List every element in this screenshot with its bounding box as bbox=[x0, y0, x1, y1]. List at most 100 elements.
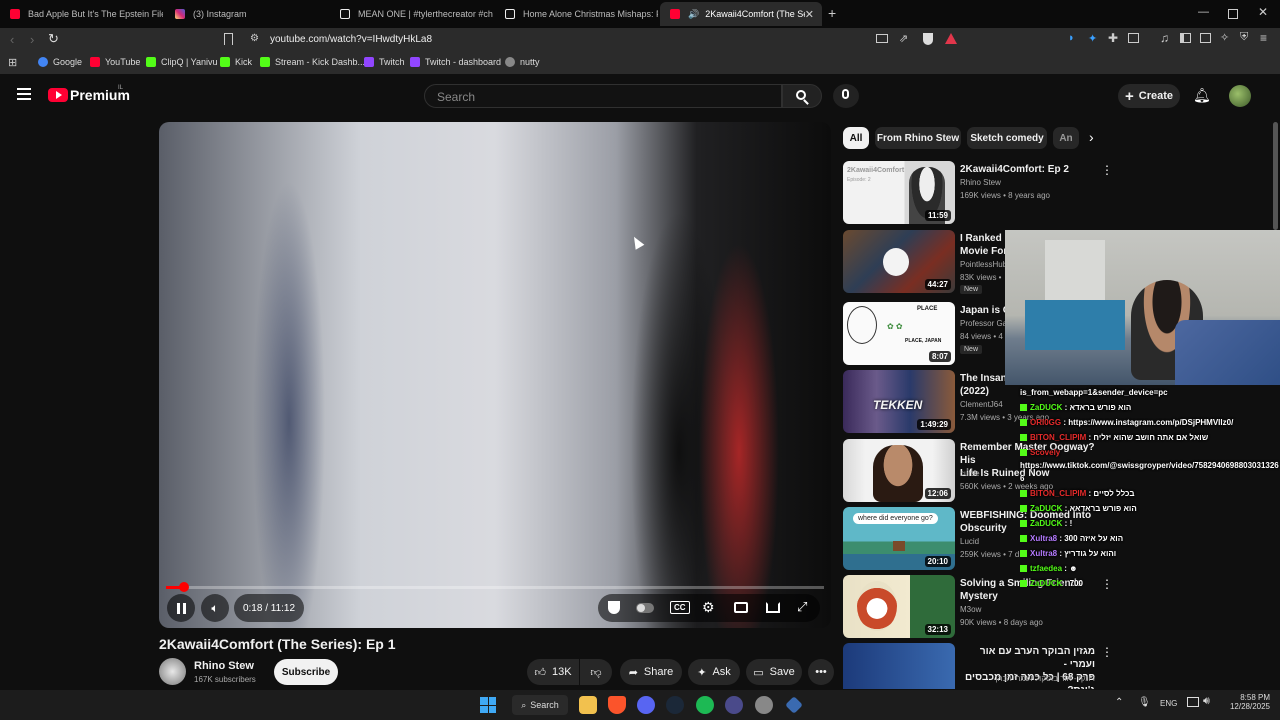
more-vertical-icon[interactable]: ⋮ bbox=[1101, 163, 1113, 177]
app-icon[interactable] bbox=[755, 696, 773, 714]
video-thumbnail[interactable]: 12:06 bbox=[843, 439, 955, 502]
more-vertical-icon[interactable]: ⋮ bbox=[1101, 645, 1113, 659]
wallet-icon[interactable] bbox=[1200, 33, 1211, 43]
hamburger-menu-icon[interactable] bbox=[17, 88, 31, 100]
captions-icon[interactable]: CC bbox=[670, 601, 690, 614]
recommended-video[interactable]: 2Kawaii4Comfort Episode: 2 11:59 2Kawaii… bbox=[843, 161, 1273, 225]
site-info-icon[interactable]: ⚙ bbox=[250, 33, 259, 44]
chip-all[interactable]: All bbox=[843, 127, 869, 149]
bookmark-clipq[interactable]: ClipQ | Yanivu bbox=[146, 57, 218, 67]
forward-icon[interactable]: › bbox=[30, 32, 34, 47]
file-explorer-icon[interactable] bbox=[579, 696, 597, 714]
video-thumbnail[interactable]: 44:27 bbox=[843, 230, 955, 293]
create-button[interactable]: + Create bbox=[1118, 84, 1180, 108]
extension-icon[interactable] bbox=[1128, 33, 1139, 43]
miniplayer-icon[interactable] bbox=[734, 602, 748, 613]
browser-tab[interactable]: Bad Apple But It's The Epstein Files - bbox=[0, 2, 163, 26]
volume-icon[interactable]: 🔊︎ bbox=[1203, 695, 1210, 708]
bookmark-twitch[interactable]: Twitch bbox=[364, 57, 405, 67]
more-vertical-icon[interactable]: ⋮ bbox=[1101, 577, 1113, 591]
leo-ai-icon[interactable]: ✧ bbox=[1220, 31, 1229, 44]
video-thumbnail[interactable]: TEKKEN 1:49:29 bbox=[843, 370, 955, 433]
more-actions-button[interactable]: ••• bbox=[808, 659, 834, 685]
clock[interactable]: 8:58 PM 12/28/2025 bbox=[1226, 693, 1270, 711]
autoplay-toggle[interactable] bbox=[636, 603, 654, 613]
music-icon[interactable]: ♫ bbox=[1160, 31, 1169, 45]
bookmark-twitch-dashboard[interactable]: Twitch - dashboard bbox=[410, 57, 501, 67]
microphone-icon[interactable]: 🎙︎ bbox=[1138, 697, 1151, 708]
scrollbar-thumb[interactable] bbox=[1273, 122, 1278, 230]
youtube-logo-icon[interactable] bbox=[48, 88, 68, 102]
share-page-icon[interactable]: ⇗ bbox=[899, 32, 908, 45]
back-icon[interactable]: ‹ bbox=[10, 32, 14, 47]
recommended-channel[interactable]: curse bbox=[960, 469, 980, 478]
avatar[interactable] bbox=[1229, 85, 1251, 107]
windows-start-icon[interactable] bbox=[480, 697, 496, 713]
bookmark-kick[interactable]: Kick bbox=[220, 57, 252, 67]
recommended-channel[interactable]: M3ow bbox=[960, 605, 981, 614]
extension-icon[interactable]: ✦ bbox=[1088, 32, 1097, 45]
menu-icon[interactable]: ≡ bbox=[1260, 31, 1267, 45]
pause-button[interactable] bbox=[167, 594, 195, 622]
new-tab-icon[interactable]: + bbox=[828, 5, 836, 21]
subscribe-button[interactable]: Subscribe bbox=[274, 659, 338, 685]
search-button[interactable] bbox=[782, 84, 822, 108]
notifications-bell-icon[interactable]: 🔔︎ bbox=[1193, 87, 1211, 104]
chip-partial[interactable]: An bbox=[1053, 127, 1079, 149]
discord-icon[interactable] bbox=[637, 696, 655, 714]
browser-tab[interactable]: Home Alone Christmas Mishaps: Fun bbox=[495, 2, 658, 26]
vpn-icon[interactable]: ⛨ bbox=[1240, 31, 1248, 44]
recommended-channel[interactable]: PointlessHub bbox=[960, 260, 1007, 269]
recommended-video[interactable]: מגזין הבוקר הערב עם אור ועמרי - פרק 68 | … bbox=[843, 643, 1273, 689]
network-icon[interactable] bbox=[1187, 697, 1199, 707]
volume-button[interactable]: 🔈︎ bbox=[201, 594, 229, 622]
browser-tab[interactable]: (3) Instagram bbox=[165, 2, 328, 26]
recommended-channel[interactable]: Professor Ga bbox=[960, 319, 1007, 328]
sidebar-icon[interactable] bbox=[1180, 33, 1191, 43]
bookmark-google[interactable]: Google bbox=[38, 57, 82, 67]
channel-name[interactable]: Rhino Stew bbox=[194, 660, 254, 672]
close-tab-icon[interactable]: ✕ bbox=[805, 8, 814, 21]
fullscreen-icon[interactable]: ⤢ bbox=[797, 599, 807, 615]
brave-browser-icon[interactable] bbox=[608, 696, 626, 714]
settings-gear-icon[interactable]: ⚙ bbox=[702, 599, 715, 616]
apps-grid-icon[interactable]: ⊞ bbox=[8, 56, 17, 69]
reload-icon[interactable]: ↻ bbox=[48, 31, 59, 47]
recommended-title[interactable]: 2Kawaii4Comfort: Ep 2 bbox=[960, 163, 1080, 176]
extension-icon[interactable]: ◗ bbox=[1068, 32, 1075, 44]
taskbar-search[interactable]: ⌕ Search bbox=[512, 695, 568, 715]
url-field[interactable]: youtube.com/watch?v=IHwdtyHkLa8 bbox=[270, 34, 432, 45]
language-indicator[interactable]: ENG bbox=[1160, 699, 1177, 708]
video-thumbnail[interactable]: 32:13 bbox=[843, 575, 955, 638]
maximize-icon[interactable] bbox=[1228, 9, 1238, 19]
video-player[interactable] bbox=[159, 122, 831, 628]
bookmark-youtube[interactable]: YouTube bbox=[90, 57, 140, 67]
app-icon[interactable] bbox=[725, 696, 743, 714]
share-button[interactable]: ➦ Share bbox=[620, 659, 682, 685]
browser-tab-active[interactable]: 🔊 2Kawaii4Comfort (The Series) ✕ bbox=[660, 2, 822, 26]
video-thumbnail[interactable] bbox=[843, 643, 955, 689]
video-thumbnail[interactable]: PLACE PLACE, JAPAN ✿ ✿ 8:07 bbox=[843, 302, 955, 365]
bookmark-icon[interactable] bbox=[224, 33, 233, 45]
cast-page-icon[interactable] bbox=[876, 34, 888, 43]
save-button[interactable]: ▭ Save bbox=[746, 659, 802, 685]
ask-button[interactable]: ✦ Ask bbox=[688, 659, 740, 685]
dislike-button[interactable]: 👎︎ bbox=[580, 659, 612, 685]
chip-from-channel[interactable]: From Rhino Stew bbox=[875, 127, 961, 149]
search-input[interactable]: Search bbox=[424, 84, 782, 108]
channel-avatar[interactable] bbox=[159, 658, 186, 685]
recommended-channel[interactable]: Lucid bbox=[960, 537, 979, 546]
recommended-channel[interactable]: ClementJ64 bbox=[960, 400, 1003, 409]
recommended-channel[interactable]: דונקי - אור בוסקול ועמרי הכהן bbox=[960, 674, 1095, 683]
chevron-up-icon[interactable]: ⌃ bbox=[1115, 697, 1123, 708]
brave-rewards-icon[interactable] bbox=[945, 33, 957, 44]
stable-volume-icon[interactable] bbox=[608, 601, 620, 614]
puzzle-icon[interactable]: ✚ bbox=[1108, 31, 1118, 45]
brave-shield-icon[interactable] bbox=[923, 33, 933, 45]
voice-search-button[interactable] bbox=[833, 84, 859, 108]
browser-tab[interactable]: MEAN ONE | #tylerthecreator #christ bbox=[330, 2, 493, 26]
progress-scrubber[interactable] bbox=[178, 582, 189, 592]
spotify-icon[interactable] bbox=[696, 696, 714, 714]
cast-icon[interactable] bbox=[766, 602, 780, 613]
steam-icon[interactable] bbox=[666, 696, 684, 714]
